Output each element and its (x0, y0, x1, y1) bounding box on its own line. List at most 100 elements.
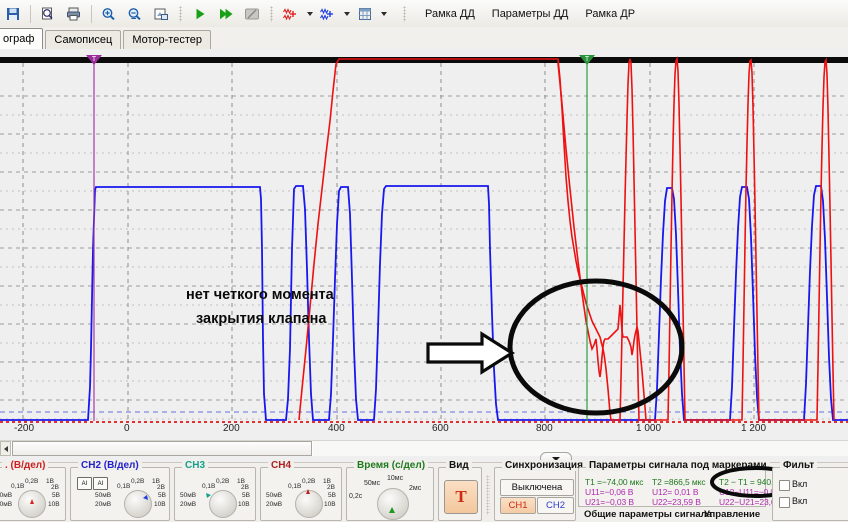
zoom-in-icon[interactable] (97, 2, 121, 25)
ch2-tick-50mv: 50мВ (95, 492, 112, 499)
time-tick-02s: 0,2с (349, 493, 363, 500)
print-preview-icon[interactable] (36, 2, 60, 25)
save-icon[interactable] (1, 2, 25, 25)
toolbar-separator (30, 4, 31, 23)
svg-text:T: T (585, 56, 590, 63)
filter-label-1: Вкл (792, 479, 808, 489)
red-waveform-dropdown-icon[interactable] (304, 3, 315, 24)
time-knob-pointer (389, 507, 395, 513)
callout-line-1: нет четкого момента (186, 287, 335, 303)
table-icon[interactable] (353, 2, 377, 25)
fast-forward-icon[interactable] (214, 2, 238, 25)
time-tick-10ms: 10мс (387, 475, 404, 482)
xtick-0: 0 (124, 423, 130, 434)
print-icon[interactable] (62, 2, 86, 25)
param-u11: U11=−0,06 В (585, 487, 634, 497)
ch2-knob-pointer (143, 495, 148, 500)
toolbar-grip[interactable] (179, 5, 182, 22)
ch4-title: CH4 (268, 460, 295, 471)
filter-checkbox-2[interactable] (779, 497, 790, 508)
filter-title: Фильт (780, 460, 818, 471)
param-t2: T2 =866,5 мкс (652, 477, 706, 487)
param-u12: U12= 0,01 В (652, 487, 699, 497)
ch1-tick-50mv: 50мВ (0, 492, 13, 499)
ch4-group: CH4 0,1В 0,2В 1В 2В 5В 10В 50мВ 20мВ (260, 460, 342, 521)
zoom-out-icon[interactable] (123, 2, 147, 25)
blue-waveform-dropdown-icon[interactable] (341, 3, 352, 24)
ch1-tick-01v: 0,1В (11, 483, 25, 490)
sync-state-button[interactable]: Выключена (500, 479, 574, 496)
ch1-knob-pointer (30, 499, 34, 504)
xtick--200: -200 (14, 423, 35, 434)
xtick-600: 600 (432, 423, 449, 434)
ch3-tick-01v: 0,1В (202, 483, 216, 490)
toolbar-grip-2[interactable] (270, 5, 273, 22)
ch3-knob-pointer (206, 493, 211, 498)
sync-group: Синхронизация Выключена CH1 CH2 (494, 460, 586, 521)
table-dropdown-icon[interactable] (378, 3, 389, 24)
stop-icon (240, 2, 264, 25)
ch2-dc-button[interactable]: AI (93, 477, 108, 490)
scroll-left-button[interactable] (0, 441, 11, 456)
ch4-tick-50mv: 50мВ (266, 492, 283, 499)
tab-oscillograph[interactable]: ограф (0, 28, 44, 49)
filter-label-2: Вкл (792, 496, 808, 506)
ch2-tick-10v: 10В (154, 501, 166, 508)
callout-line-2: закрытия клапана (196, 311, 327, 327)
play-icon[interactable] (188, 2, 212, 25)
sync-ch2-button[interactable]: CH2 (537, 497, 574, 514)
ch3-tick-02v: 0,2В (216, 478, 230, 485)
menu-item-ramka-dr[interactable]: Рамка ДР (585, 8, 635, 20)
ch4-tick-02v: 0,2В (302, 478, 316, 485)
ch3-tick-5v: 5В (242, 492, 250, 499)
scroll-thumb[interactable] (12, 441, 312, 456)
ch3-tick-10v: 10В (238, 501, 250, 508)
time-group: Время (с/дел) 50мс 10мс 2мс 0,2с (346, 460, 434, 521)
ch4-tick-2v: 2В (327, 484, 335, 491)
marker-params-title: Параметры сигнала под маркерами (586, 460, 770, 471)
tab-bar: ограф Самописец Мотор-тестер (0, 27, 848, 50)
toolbar-separator-2 (91, 4, 92, 23)
sync-ch1-button[interactable]: CH1 (500, 497, 536, 514)
param-t1: T1 =−74,00 мкс (585, 477, 644, 487)
ch2-tick-01v: 0,1В (117, 483, 131, 490)
plot-canvas[interactable]: T T нет четкого момента закрытия клапана (0, 49, 848, 462)
ch1-group: . (В/дел) 0,1В 0,2В 1В 2В 5В 10В 50мВ 20… (0, 460, 66, 521)
ch2-title: CH2 (В/дел) (78, 460, 142, 471)
view-trigger-button[interactable]: T (444, 480, 478, 514)
svg-text:T: T (92, 56, 97, 63)
section-divider (578, 506, 766, 507)
ch1-tick-10v: 10В (48, 501, 60, 508)
ch3-tick-2v: 2В (241, 484, 249, 491)
blue-waveform-icon[interactable] (316, 2, 340, 25)
scroll-track[interactable] (313, 441, 848, 456)
toolbar-grip-3[interactable] (403, 5, 406, 22)
ch4-tick-20mv: 20мВ (266, 501, 283, 508)
ch2-tick-5v: 5В (158, 492, 166, 499)
ch3-title: CH3 (182, 460, 209, 471)
panel-grip[interactable] (486, 475, 490, 515)
time-title: Время (с/дел) (354, 460, 429, 471)
sync-title: Синхронизация (502, 460, 586, 471)
ch2-group: CH2 (В/дел) AI AI 0,1В 0,2В 1В 2В 5В 10В… (70, 460, 170, 521)
ch3-group: CH3 0,1В 0,2В 1В 2В 5В 10В 50мВ 20мВ (174, 460, 256, 521)
menu-item-parametry-dd[interactable]: Параметры ДД (492, 8, 569, 20)
time-tick-50ms: 50мс (364, 480, 381, 487)
horizontal-scrollbar[interactable] (0, 440, 848, 456)
ch2-tick-2v: 2В (157, 484, 165, 491)
menu-item-ramka-dd[interactable]: Рамка ДД (425, 8, 475, 20)
zoom-region-icon[interactable] (149, 2, 173, 25)
red-waveform-icon[interactable] (279, 2, 303, 25)
filter-checkbox-1[interactable] (779, 480, 790, 491)
ch1-tick-2v: 2В (51, 484, 59, 491)
ch4-tick-01v: 0,1В (288, 483, 302, 490)
ch1-tick-20mv: 20мВ (0, 501, 13, 508)
ch4-tick-5v: 5В (328, 492, 336, 499)
xtick-800: 800 (536, 423, 553, 434)
tab-samopisec[interactable]: Самописец (45, 30, 122, 49)
view-group: Вид T (438, 460, 482, 521)
tab-motor-tester[interactable]: Мотор-тестер (123, 30, 211, 49)
ch2-ac-button[interactable]: AI (77, 477, 92, 490)
ch2-tick-20mv: 20мВ (95, 501, 112, 508)
ch4-knob-pointer (306, 489, 310, 494)
